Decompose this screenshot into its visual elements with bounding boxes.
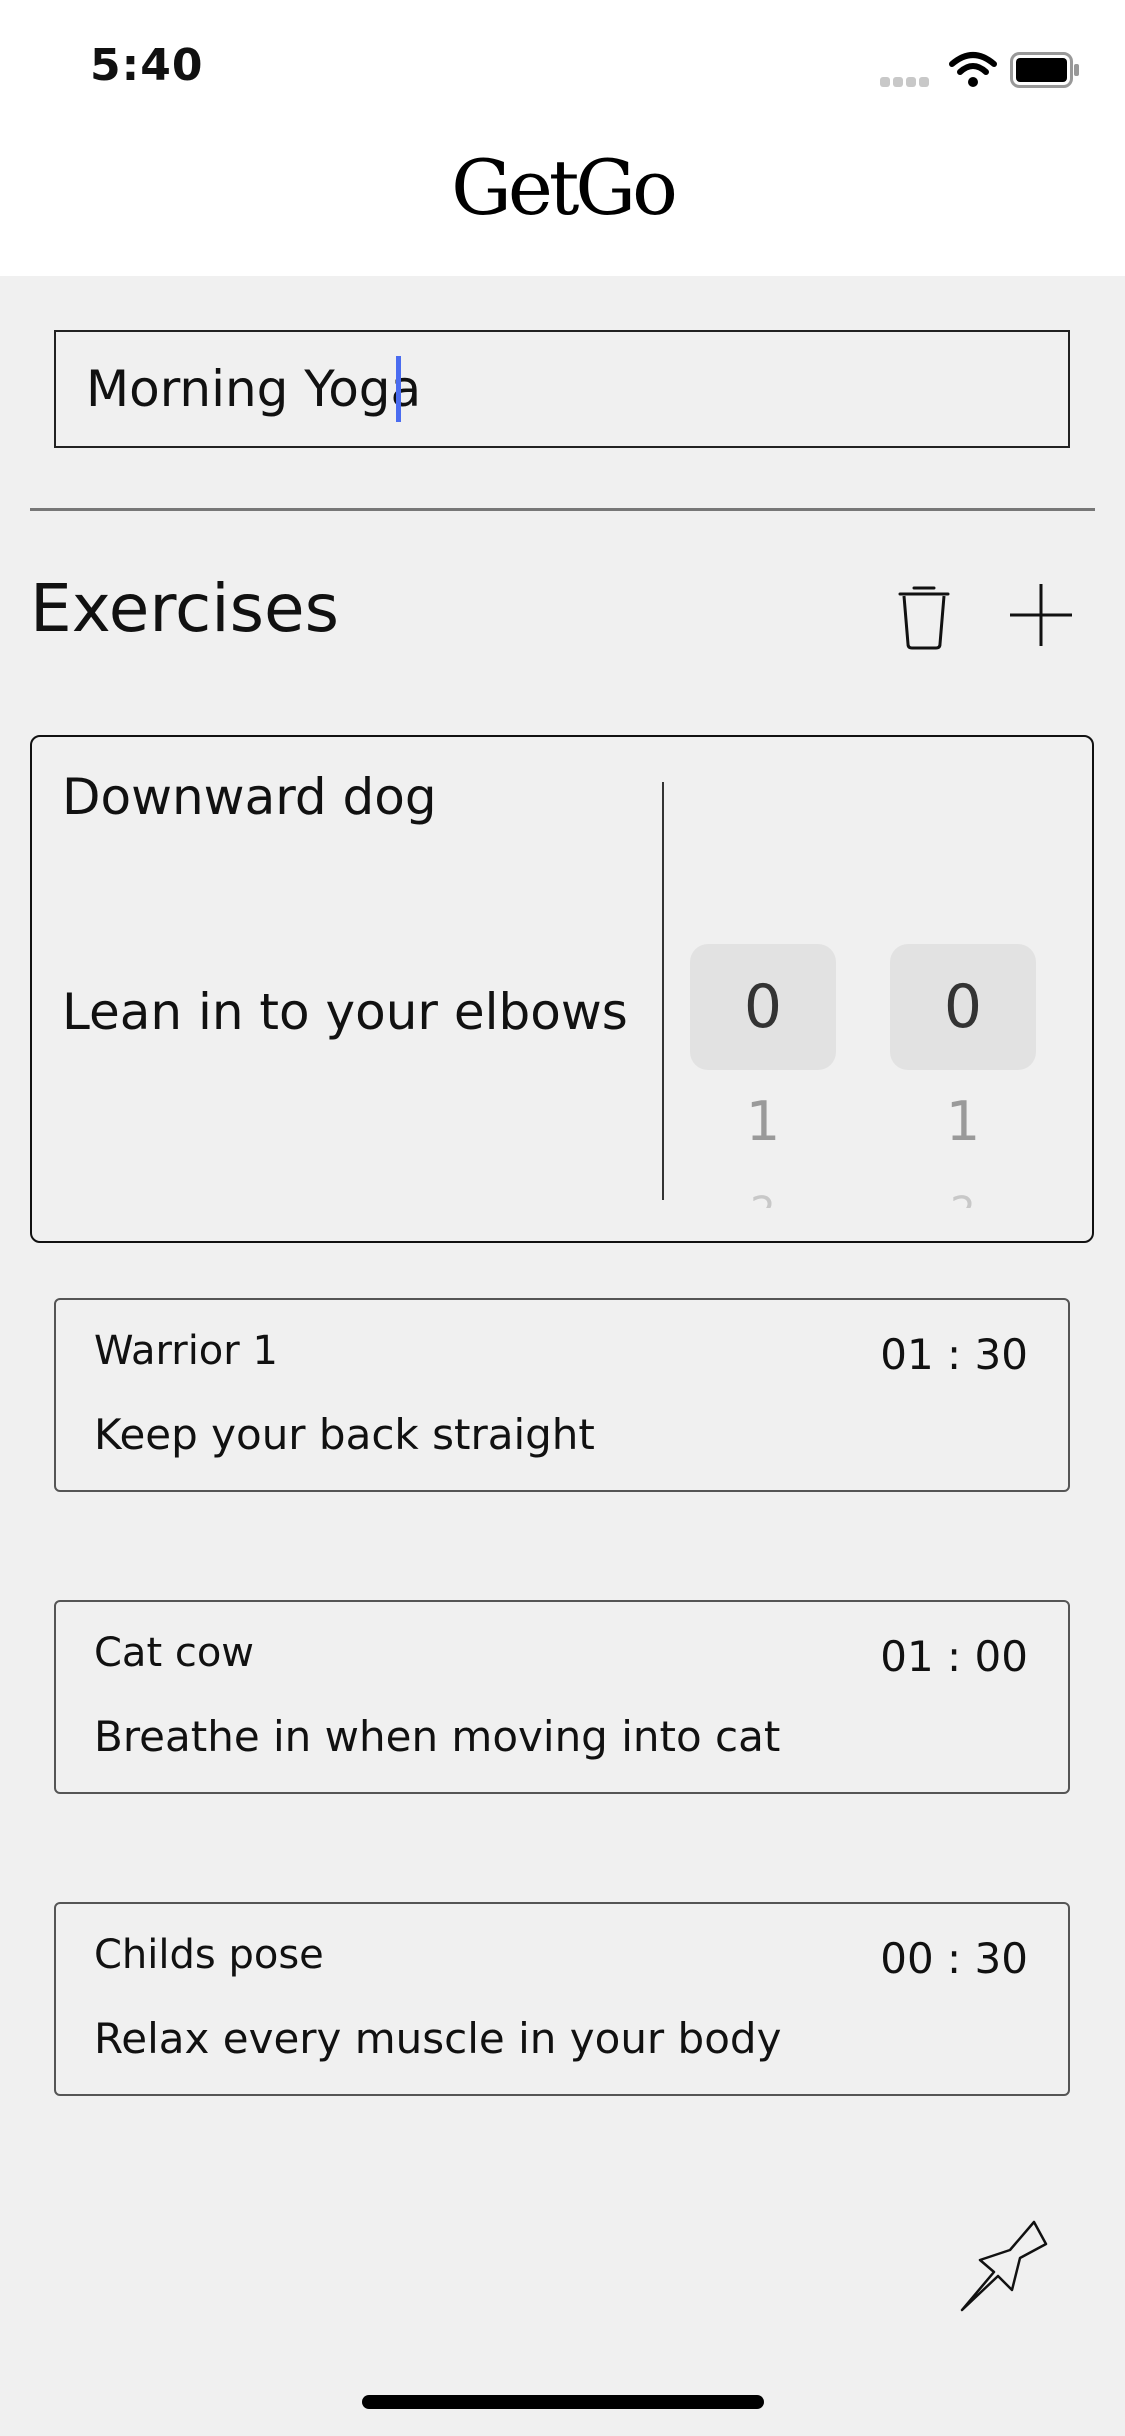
exercise-name[interactable]: Downward dog	[62, 768, 437, 826]
minutes-option[interactable]: 1	[690, 1090, 836, 1153]
exercise-name: Warrior 1	[94, 1328, 278, 1374]
minutes-selected[interactable]: 0	[690, 944, 836, 1070]
minutes-option[interactable]: 2	[690, 1190, 836, 1208]
seconds-option[interactable]: 1	[890, 1090, 1036, 1153]
plus-icon[interactable]	[1008, 582, 1074, 648]
home-indicator[interactable]	[362, 2395, 764, 2409]
exercise-duration: 01 : 30	[880, 1330, 1028, 1379]
cellular-signal-icon	[880, 72, 932, 87]
routine-name-input[interactable]	[54, 330, 1070, 448]
minutes-picker[interactable]: 0	[690, 944, 836, 1070]
exercise-name: Childs pose	[94, 1932, 324, 1978]
divider	[30, 508, 1095, 511]
exercise-description: Keep your back straight	[94, 1410, 595, 1459]
trash-icon[interactable]	[896, 582, 952, 650]
section-title: Exercises	[30, 570, 340, 647]
status-time: 5:40	[90, 40, 204, 91]
exercise-description: Breathe in when moving into cat	[94, 1712, 781, 1761]
exercise-description: Relax every muscle in your body	[94, 2014, 782, 2063]
exercise-name: Cat cow	[94, 1630, 255, 1676]
card-divider	[662, 782, 664, 1200]
seconds-option[interactable]: 2	[890, 1190, 1036, 1208]
seconds-picker[interactable]: 0	[890, 944, 1036, 1070]
wifi-icon	[949, 52, 997, 87]
exercise-duration: 01 : 00	[880, 1632, 1028, 1681]
exercise-duration: 00 : 30	[880, 1934, 1028, 1983]
pin-icon[interactable]	[954, 2218, 1050, 2314]
text-caret	[396, 356, 401, 422]
seconds-selected[interactable]: 0	[890, 944, 1036, 1070]
app-logo: GetGo	[451, 143, 678, 232]
exercise-description[interactable]: Lean in to your elbows	[62, 983, 628, 1041]
battery-icon	[1010, 52, 1079, 88]
